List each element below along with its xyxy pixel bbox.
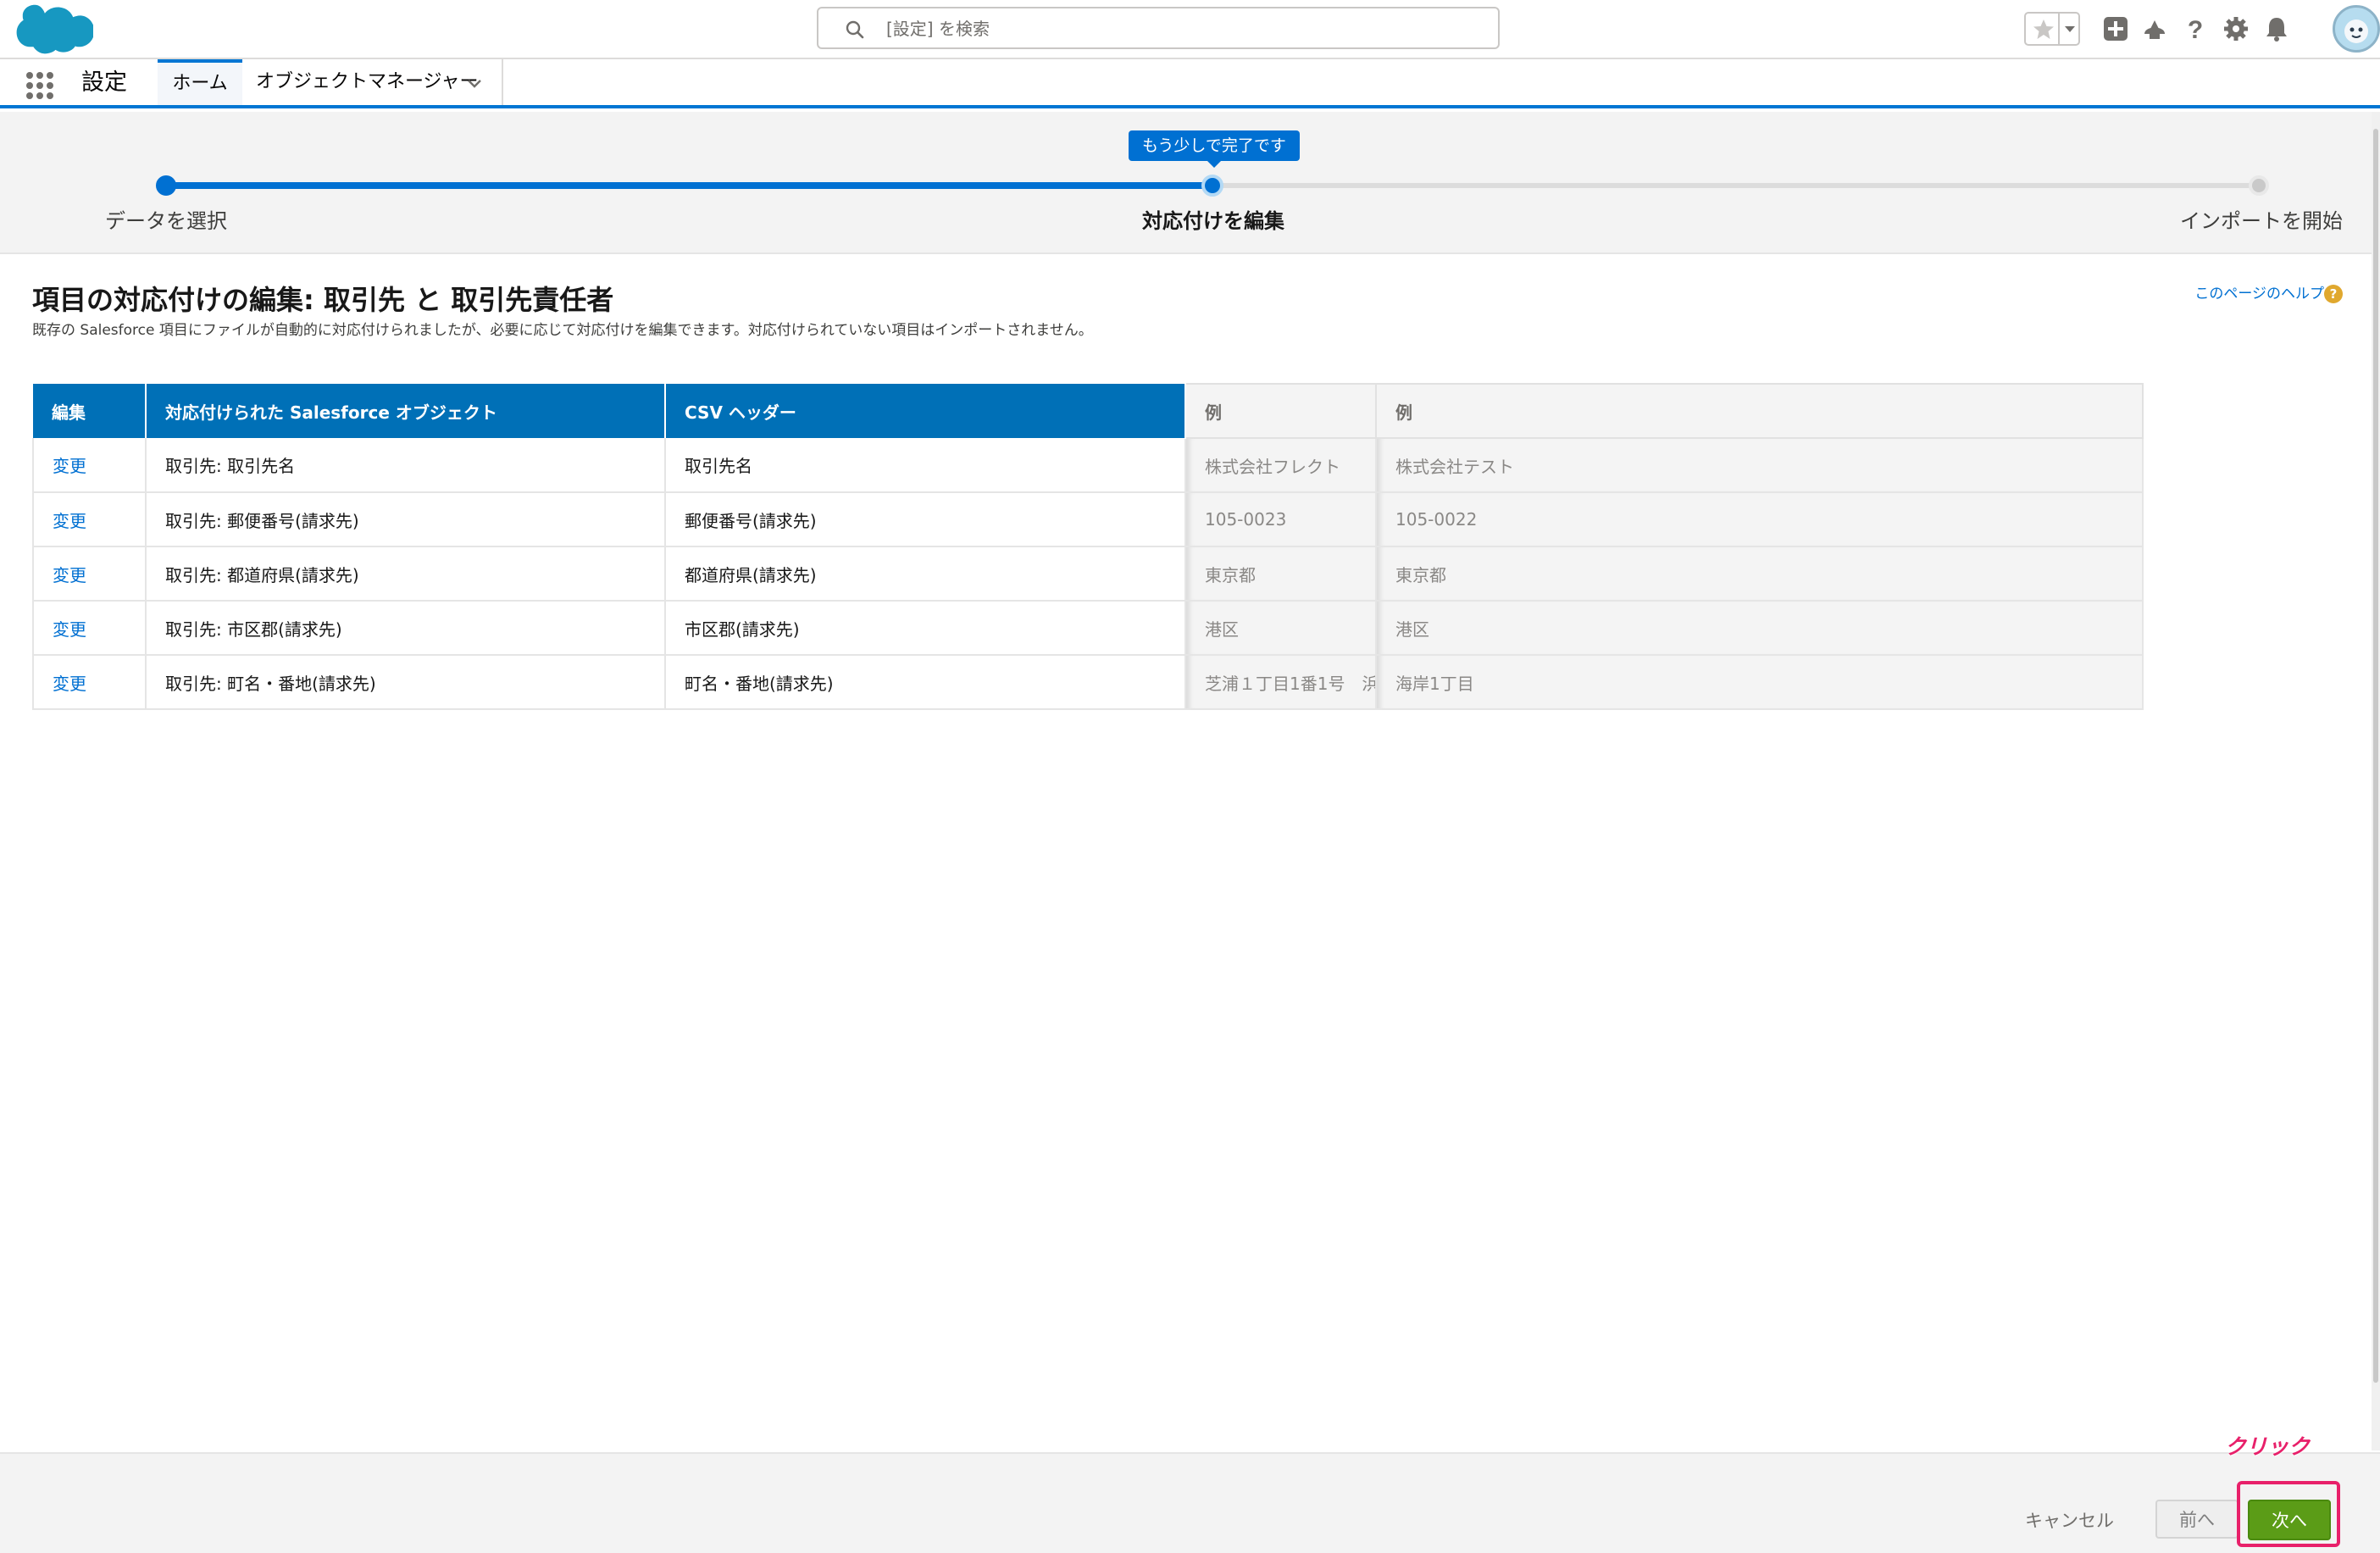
gear-icon[interactable] [2221, 14, 2251, 44]
tab-home[interactable]: ホーム [158, 59, 242, 105]
click-annotation: クリック [2225, 1434, 2311, 1459]
example-cell: 芝浦１丁目1番1号 浜 [1185, 655, 1377, 710]
tab-object-manager[interactable]: オブジェクトマネージャー [242, 59, 503, 105]
example-cell: 105-0022 [1376, 492, 2144, 547]
header-example-2: 例 [1375, 383, 2144, 439]
global-header: [設定] を検索 ? [0, 0, 2380, 59]
change-link[interactable]: 変更 [53, 511, 86, 531]
table-row: 変更 取引先: 町名・番地(請求先) 町名・番地(請求先) 芝浦１丁目1番1号 … [32, 655, 2144, 710]
table-row: 変更 取引先: 取引先名 取引先名 株式会社フレクト 株式会社テスト [32, 438, 2144, 493]
csv-cell: 郵便番号(請求先) [665, 492, 1186, 547]
wizard-footer: キャンセル 前へ 次へ [0, 1452, 2380, 1553]
click-highlight-box [2237, 1481, 2340, 1547]
page-title: 項目の対応付けの編集: 取引先 と 取引先責任者 [32, 284, 614, 316]
header-salesforce-object: 対応付けられた Salesforce オブジェクト [146, 384, 666, 438]
csv-cell: 都道府県(請求先) [665, 546, 1186, 602]
csv-cell: 取引先名 [665, 438, 1186, 493]
edit-cell: 変更 [32, 438, 147, 493]
chevron-down-icon[interactable] [466, 75, 483, 92]
csv-cell: 町名・番地(請求先) [665, 655, 1186, 710]
search-placeholder: [設定] を検索 [886, 19, 990, 39]
star-icon [2033, 19, 2054, 39]
global-actions-icon[interactable] [2100, 14, 2131, 44]
salesforce-logo[interactable] [14, 3, 93, 56]
progress-fill [166, 182, 1212, 189]
svg-text:?: ? [2188, 16, 2203, 44]
edit-cell: 変更 [32, 655, 147, 710]
change-link[interactable]: 変更 [53, 619, 86, 640]
example-cell: 株式会社テスト [1376, 438, 2144, 493]
favorites-button[interactable] [2024, 12, 2080, 46]
header-csv: CSV ヘッダー [665, 384, 1186, 438]
table-row: 変更 取引先: 都道府県(請求先) 都道府県(請求先) 東京都 東京都 [32, 546, 2144, 602]
csv-cell: 市区郡(請求先) [665, 601, 1186, 656]
step-label-select-data: データを選択 [105, 209, 227, 233]
progress-indicator: もう少しで完了です データを選択 対応付けを編集 インポートを開始 [0, 112, 2380, 254]
header-example-1: 例 [1184, 383, 1377, 439]
change-link[interactable]: 変更 [53, 674, 86, 694]
example-cell: 株式会社フレクト [1185, 438, 1377, 493]
example-cell: 港区 [1376, 601, 2144, 656]
app-launcher-icon[interactable] [25, 71, 54, 100]
edit-cell: 変更 [32, 492, 147, 547]
user-avatar[interactable] [2333, 5, 2380, 53]
edit-cell: 変更 [32, 546, 147, 602]
page-scrollbar[interactable] [2372, 112, 2380, 1450]
step-label-edit-mapping: 対応付けを編集 [1142, 209, 1284, 233]
step-dot-select-data [156, 175, 176, 196]
context-bar: 設定 ホーム オブジェクトマネージャー [0, 59, 2380, 108]
tab-object-manager-label: オブジェクトマネージャー [256, 71, 479, 92]
cancel-button[interactable]: キャンセル [2025, 1508, 2114, 1534]
object-cell: 取引先: 都道府県(請求先) [146, 546, 666, 602]
bell-icon[interactable] [2261, 14, 2292, 44]
example-cell: 105-0023 [1185, 492, 1377, 547]
table-row: 変更 取引先: 郵便番号(請求先) 郵便番号(請求先) 105-0023 105… [32, 492, 2144, 547]
change-link[interactable]: 変更 [53, 565, 86, 585]
chevron-down-icon [2065, 26, 2075, 32]
table-row: 変更 取引先: 市区郡(請求先) 市区郡(請求先) 港区 港区 [32, 601, 2144, 656]
step-label-start-import: インポートを開始 [2180, 209, 2343, 233]
avatar-icon [2344, 19, 2368, 43]
header-actions: ? [2024, 5, 2380, 53]
scrollbar-thumb[interactable] [2373, 129, 2378, 1383]
global-search[interactable]: [設定] を検索 [817, 7, 1500, 49]
edit-cell: 変更 [32, 601, 147, 656]
step-dot-edit-mapping [1201, 175, 1223, 197]
object-cell: 取引先: 取引先名 [146, 438, 666, 493]
example-cell: 東京都 [1376, 546, 2144, 602]
favorites-dropdown[interactable] [2058, 14, 2078, 44]
step-dot-start-import [2249, 175, 2269, 196]
progress-tooltip: もう少しで完了です [1129, 130, 1300, 168]
field-mapping-table: 編集 対応付けられた Salesforce オブジェクト CSV ヘッダー 例 … [32, 383, 2144, 710]
header-edit: 編集 [33, 384, 147, 438]
change-link[interactable]: 変更 [53, 456, 86, 476]
previous-button[interactable]: 前へ [2155, 1500, 2239, 1539]
help-link[interactable]: このページのヘルプ [2194, 283, 2324, 305]
search-icon [846, 20, 864, 39]
object-cell: 取引先: 郵便番号(請求先) [146, 492, 666, 547]
object-cell: 取引先: 町名・番地(請求先) [146, 655, 666, 710]
example-cell: 東京都 [1185, 546, 1377, 602]
help-icon[interactable]: ? [2180, 14, 2211, 44]
app-name: 設定 [81, 69, 127, 96]
example-cell: 港区 [1185, 601, 1377, 656]
trailhead-icon[interactable] [2139, 14, 2170, 44]
table-header-row: 編集 対応付けられた Salesforce オブジェクト CSV ヘッダー 例 … [33, 383, 2144, 439]
help-circle-icon[interactable]: ? [2324, 285, 2343, 303]
page-description: 既存の Salesforce 項目にファイルが自動的に対応付けられましたが、必要… [32, 322, 1093, 339]
object-cell: 取引先: 市区郡(請求先) [146, 601, 666, 656]
example-cell: 海岸1丁目 [1376, 655, 2144, 710]
